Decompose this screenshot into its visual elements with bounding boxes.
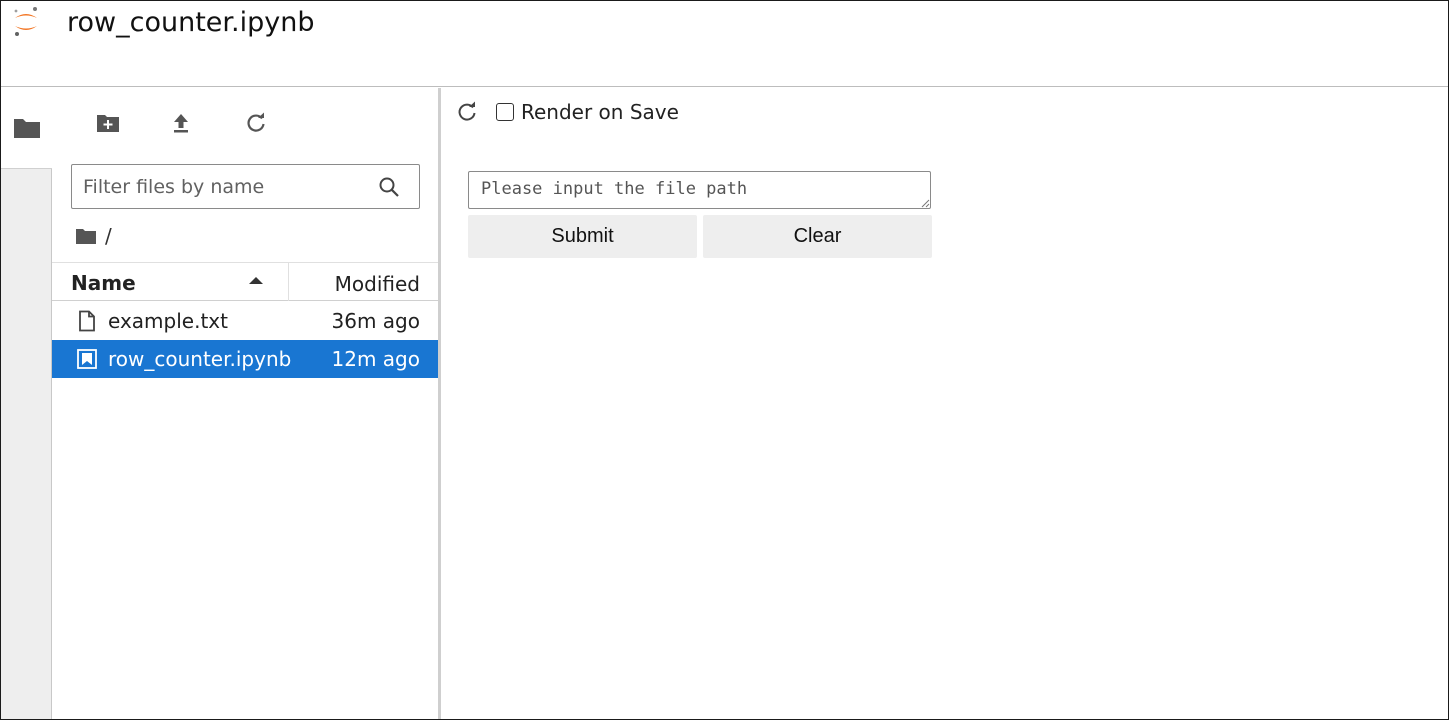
app-window: row_counter.ipynb Filter files by name /… xyxy=(0,0,1449,720)
resize-grip-icon[interactable] xyxy=(921,199,930,208)
main-toolbar: Render on Save xyxy=(441,88,1448,136)
activity-rail xyxy=(1,88,52,719)
filter-files-input[interactable] xyxy=(72,166,362,207)
refresh-icon[interactable] xyxy=(455,100,479,124)
file-name: row_counter.ipynb xyxy=(108,347,292,371)
new-folder-button[interactable] xyxy=(90,108,126,138)
file-row-row-counter-ipynb[interactable]: row_counter.ipynb 12m ago xyxy=(52,340,439,378)
file-name: example.txt xyxy=(108,309,228,333)
top-header: row_counter.ipynb xyxy=(1,1,1448,87)
refresh-file-list-button[interactable] xyxy=(238,108,274,138)
notebook-icon xyxy=(77,349,97,369)
upload-button[interactable] xyxy=(163,108,199,138)
column-header-name-label: Name xyxy=(71,271,136,295)
jupyter-logo-icon xyxy=(14,7,37,36)
file-list-header: Name Modified xyxy=(52,262,439,301)
new-folder-icon xyxy=(97,115,119,132)
document-title: row_counter.ipynb xyxy=(67,7,315,38)
column-header-modified-label: Modified xyxy=(334,272,420,296)
clear-button[interactable]: Clear xyxy=(703,215,932,258)
main-panel: Render on Save Submit Clear xyxy=(441,88,1448,719)
breadcrumb-root[interactable]: / xyxy=(105,224,112,248)
file-path-input[interactable] xyxy=(468,171,931,209)
filter-files-box xyxy=(71,164,420,209)
folder-icon[interactable] xyxy=(75,227,97,245)
file-modified: 36m ago xyxy=(331,309,420,333)
submit-button[interactable]: Submit xyxy=(468,215,697,258)
folder-icon xyxy=(13,119,40,138)
upload-icon xyxy=(174,114,188,133)
column-header-modified[interactable]: Modified xyxy=(290,263,439,301)
render-on-save-label[interactable]: Render on Save xyxy=(521,100,679,124)
search-icon xyxy=(379,177,399,197)
rail-tab-file-browser[interactable] xyxy=(1,88,52,169)
file-row-example-txt[interactable]: example.txt 36m ago xyxy=(52,302,439,340)
file-modified: 12m ago xyxy=(331,347,420,371)
breadcrumb: / xyxy=(75,224,112,248)
file-browser-panel: / Name Modified example.txt 36m ago xyxy=(52,88,439,719)
sort-ascending-icon xyxy=(249,277,263,284)
file-icon xyxy=(79,310,95,332)
refresh-icon xyxy=(247,112,265,132)
column-header-name[interactable]: Name xyxy=(52,263,289,301)
render-on-save-checkbox[interactable] xyxy=(496,103,514,121)
file-browser-toolbar xyxy=(52,88,439,154)
